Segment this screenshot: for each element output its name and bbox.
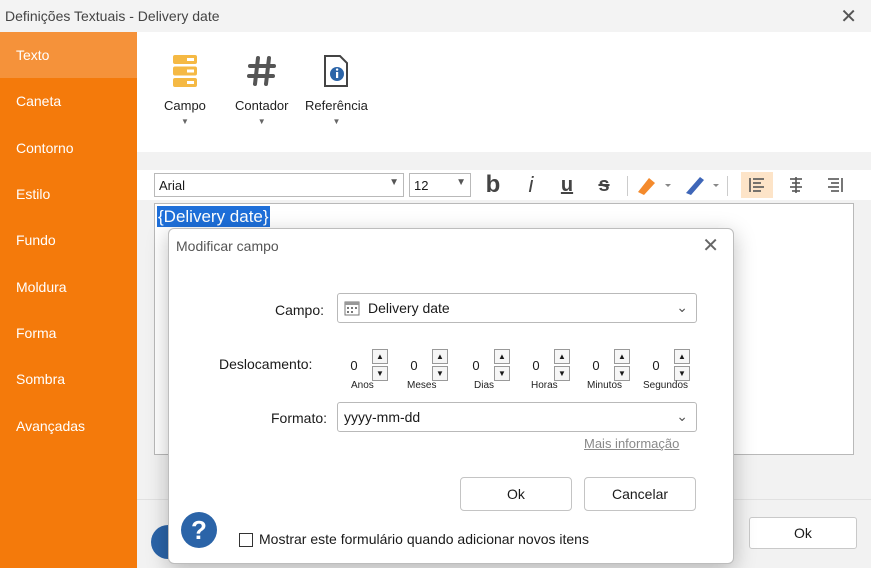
dialog-ok-button[interactable]: Ok [460,477,572,511]
formato-label: Formato: [271,410,328,426]
increment-arrow-icon[interactable]: ▲ [554,349,570,364]
hash-icon [246,56,276,86]
offset-minutes-value[interactable]: 0 [581,349,611,381]
calendar-icon [344,301,360,316]
text-color-icon[interactable] [682,172,720,198]
more-info-link[interactable]: Mais informação [584,436,679,451]
decrement-arrow-icon[interactable]: ▼ [554,366,570,381]
dialog-title: Modificar campo [176,238,279,254]
referencia-label: Referência [305,98,368,113]
chevron-down-icon: ⌄ [676,408,688,424]
align-left-icon[interactable] [741,172,773,198]
window-close-icon[interactable]: ✕ [840,4,857,29]
selected-field-text: {Delivery date} [157,206,270,227]
contador-label: Contador [235,98,289,113]
chevron-down-icon: ▼ [181,117,189,126]
decrement-arrow-icon[interactable]: ▼ [674,366,690,381]
sidebar-item-sombra[interactable]: Sombra [0,356,137,402]
format-toolbar: Arial ▼ 12 ▼ b i u s [137,170,871,200]
sidebar-item-caneta[interactable]: Caneta [0,78,137,124]
window-titlebar: Definições Textuais - Delivery date ✕ [0,0,871,32]
align-right-icon[interactable] [821,172,849,198]
font-family-select[interactable]: Arial ▼ [154,173,404,197]
font-size-select[interactable]: 12 ▼ [409,173,471,197]
insert-toolbar: Campo ▼ Contador ▼ Referência ▼ [137,32,871,152]
offset-months-value[interactable]: 0 [399,349,429,381]
database-field-icon [172,55,197,87]
chevron-down-icon: ▼ [257,117,266,126]
increment-arrow-icon[interactable]: ▲ [674,349,690,364]
increment-arrow-icon[interactable]: ▲ [372,349,388,364]
offset-hours-value[interactable]: 0 [521,349,551,381]
italic-icon[interactable]: i [519,172,543,198]
chevron-down-icon: ▼ [332,117,341,126]
sidebar-item-estilo[interactable]: Estilo [0,171,137,217]
campo-select[interactable]: Delivery date ⌄ [337,293,697,323]
increment-arrow-icon[interactable]: ▲ [432,349,448,364]
referencia-button[interactable]: Referência ▼ [305,54,368,126]
sidebar-item-texto[interactable]: Texto [0,32,137,79]
info-document-icon [324,55,349,87]
sidebar-item-contorno[interactable]: Contorno [0,125,137,171]
chevron-down-icon: ⌄ [676,299,688,315]
help-icon[interactable]: ? [181,512,217,548]
offset-seconds-value[interactable]: 0 [641,349,671,381]
deslocamento-label: Deslocamento: [219,356,313,372]
dialog-close-icon[interactable]: ✕ [702,233,719,258]
campo-field-label: Campo: [275,302,325,318]
decrement-arrow-icon[interactable]: ▼ [614,366,630,381]
contador-button[interactable]: Contador ▼ [235,54,288,126]
highlight-color-icon[interactable] [634,172,672,198]
decrement-arrow-icon[interactable]: ▼ [432,366,448,381]
chevron-down-icon: ▼ [456,177,466,188]
offset-days-value[interactable]: 0 [461,349,491,381]
increment-arrow-icon[interactable]: ▲ [494,349,510,364]
campo-button[interactable]: Campo ▼ [164,54,206,126]
modificar-campo-dialog: Modificar campo ✕ Campo: Delivery date ⌄… [168,228,734,564]
increment-arrow-icon[interactable]: ▲ [614,349,630,364]
main-ok-button[interactable]: Ok [749,517,857,549]
dialog-cancel-button[interactable]: Cancelar [584,477,696,511]
campo-label: Campo [164,98,206,113]
window-title: Definições Textuais - Delivery date [5,8,220,24]
chevron-down-icon: ▼ [389,177,399,188]
underline-icon[interactable]: u [555,172,579,198]
sidebar-item-fundo[interactable]: Fundo [0,217,137,263]
sidebar: Texto Caneta Contorno Estilo Fundo Moldu… [0,32,137,568]
decrement-arrow-icon[interactable]: ▼ [372,366,388,381]
bold-icon[interactable]: b [481,171,505,198]
align-center-icon[interactable] [782,172,810,198]
decrement-arrow-icon[interactable]: ▼ [494,366,510,381]
formato-select[interactable]: yyyy-mm-dd ⌄ [337,402,697,432]
show-form-label: Mostrar este formulário quando adicionar… [259,531,589,547]
offset-years-value[interactable]: 0 [339,349,369,381]
strikethrough-icon[interactable]: s [591,172,617,198]
show-form-checkbox[interactable] [239,533,253,547]
sidebar-item-avancadas[interactable]: Avançadas [0,402,137,448]
sidebar-item-moldura[interactable]: Moldura [0,263,137,309]
sidebar-item-forma[interactable]: Forma [0,310,137,356]
